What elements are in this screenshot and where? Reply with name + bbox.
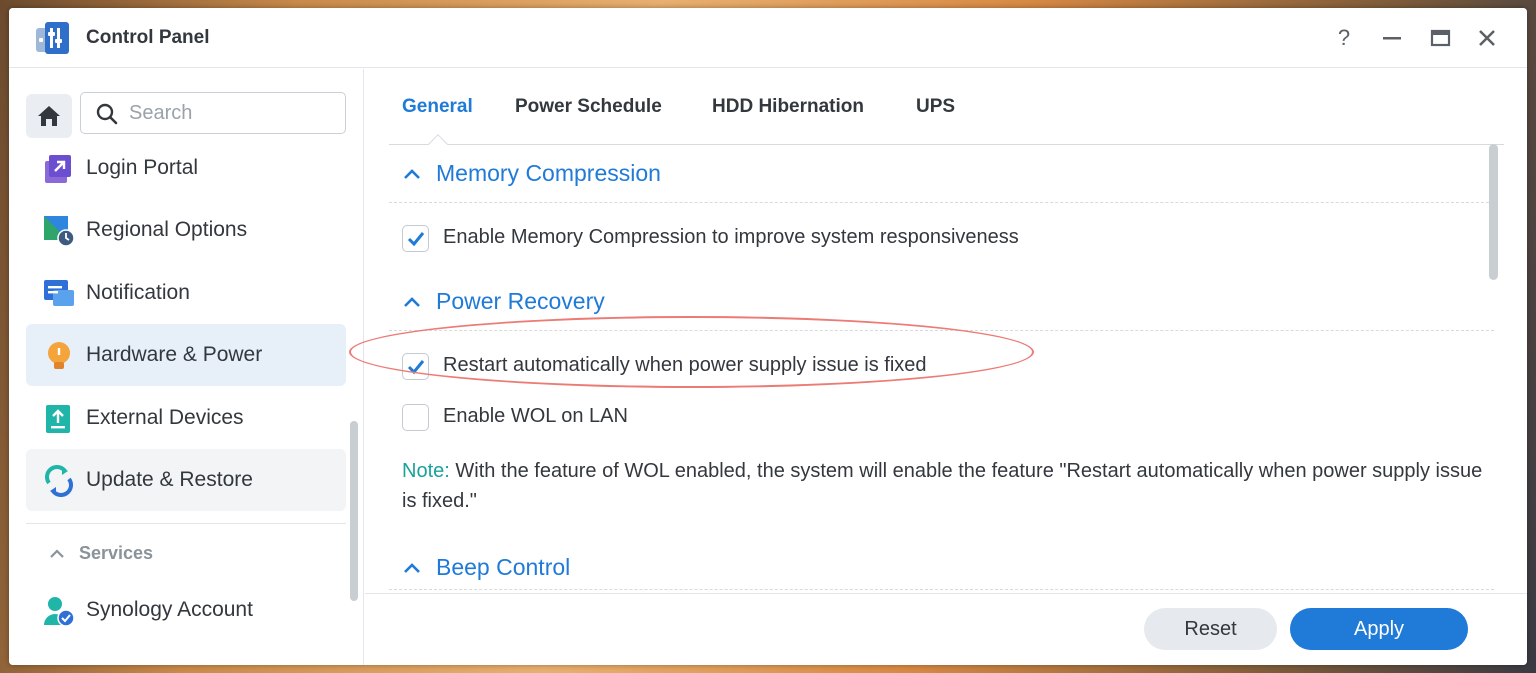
minimize-button[interactable] [1377,23,1407,53]
section-header-label: Services [79,543,154,563]
section-title-text: Beep Control [436,554,571,580]
sidebar-item-label: Hardware & Power [86,343,263,366]
sidebar-item-notification[interactable]: Notification [26,262,346,324]
collapse-caret-icon [402,288,424,315]
synology-account-icon [44,597,75,627]
checkmark-icon [407,232,425,247]
sidebar-item-label: Login Portal [86,156,199,179]
section-divider [389,202,1494,203]
search-icon [96,103,118,125]
regional-options-icon [44,216,75,247]
search-input[interactable] [129,99,334,127]
footer-bar: Reset Apply [365,593,1527,665]
apply-button[interactable]: Apply [1290,608,1468,650]
sidebar: Login Portal Regional Options Notificati… [9,69,364,665]
section-divider [389,589,1494,590]
title-bar: Control Panel ? [9,8,1527,68]
external-devices-icon [46,405,70,433]
tab-general[interactable]: General [402,96,473,118]
enable-wol-checkbox[interactable] [402,404,429,431]
services-section-header[interactable]: Services [49,543,153,564]
maximize-icon [1430,29,1451,47]
help-button[interactable]: ? [1329,23,1359,53]
sidebar-item-update-restore[interactable]: Update & Restore [26,449,346,511]
note-text: With the feature of WOL enabled, the sys… [402,460,1483,512]
note-label: Note: [402,460,450,482]
memory-compression-checkbox[interactable] [402,225,429,252]
tab-ups[interactable]: UPS [916,96,955,118]
maximize-button[interactable] [1425,23,1455,53]
search-box[interactable] [80,92,346,134]
section-title-text: Power Recovery [436,288,605,314]
beep-control-section-title[interactable]: Beep Control [402,554,570,581]
collapse-caret-icon [402,554,424,581]
control-panel-window: Control Panel ? Search Login Portal Regi… [9,8,1527,665]
sidebar-item-label: Regional Options [86,218,248,241]
notification-icon [44,280,74,306]
home-button[interactable] [26,94,72,138]
hardware-power-icon [48,342,70,369]
checkbox-label: Enable WOL on LAN [443,405,628,427]
sidebar-item-synology-account[interactable]: Synology Account [26,579,346,641]
window-title: Control Panel [86,27,210,48]
tab-bar: General Power Schedule HDD Hibernation U… [389,68,1504,154]
login-portal-icon [45,155,71,183]
content-scrollbar[interactable] [1489,144,1498,280]
memory-compression-section-title[interactable]: Memory Compression [402,160,661,187]
sidebar-item-external-devices[interactable]: External Devices [26,387,346,449]
wol-note: Note: With the feature of WOL enabled, t… [402,456,1487,516]
sidebar-divider [26,523,346,524]
reset-button[interactable]: Reset [1144,608,1277,650]
minimize-icon [1383,37,1401,40]
highlight-annotation-ellipse [349,316,1034,388]
sidebar-item-label: External Devices [86,406,244,429]
section-title-text: Memory Compression [436,160,661,186]
tab-power-schedule[interactable]: Power Schedule [515,96,662,118]
close-icon [1479,30,1495,46]
home-icon [38,106,60,126]
update-restore-icon [45,465,73,497]
sidebar-item-label: Update & Restore [86,468,253,491]
close-button[interactable] [1472,23,1502,53]
sidebar-item-hardware-power[interactable]: Hardware & Power [26,324,346,386]
tab-hdd-hibernation[interactable]: HDD Hibernation [712,96,864,118]
collapse-caret-icon [402,160,424,187]
sidebar-item-label: Synology Account [86,598,253,621]
checkbox-label: Enable Memory Compression to improve sys… [443,226,1019,248]
control-panel-app-icon [36,22,70,54]
sidebar-item-login-portal[interactable]: Login Portal [26,137,346,199]
power-recovery-section-title[interactable]: Power Recovery [402,288,605,315]
sidebar-item-regional-options[interactable]: Regional Options [26,199,346,261]
chevron-up-icon [49,543,65,564]
sidebar-scrollbar[interactable] [350,421,358,601]
sidebar-item-label: Notification [86,281,190,304]
